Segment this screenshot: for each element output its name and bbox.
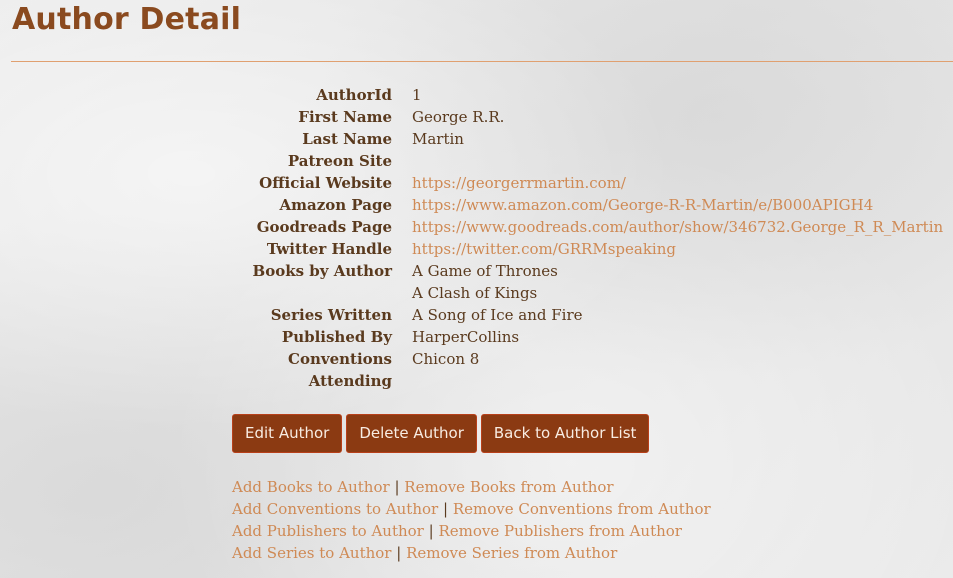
detail-row: Twitter Handle https://twitter.com/GRRMsp… (0, 238, 953, 260)
field-value: A Clash of Kings (412, 284, 538, 302)
edit-author-button[interactable]: Edit Author (232, 414, 343, 453)
field-label: AuthorId (316, 86, 392, 104)
field-label: Official Website (259, 174, 392, 192)
field-label: Conventions (288, 350, 392, 368)
field-value: Martin (412, 130, 464, 148)
detail-row: Books by Author A Game of Thrones (0, 260, 953, 282)
field-label: Last Name (302, 130, 392, 148)
field-link[interactable]: https://georgerrmartin.com/ (412, 174, 626, 192)
back-to-author-list-button[interactable]: Back to Author List (480, 414, 650, 453)
remove-link[interactable]: Remove Series from Author (406, 544, 617, 562)
remove-link[interactable]: Remove Conventions from Author (453, 500, 711, 518)
field-label: Attending (308, 372, 392, 390)
field-label: Published By (281, 328, 392, 346)
relationship-links: Add Books to Author | Remove Books from … (232, 476, 711, 564)
field-link[interactable]: https://twitter.com/GRRMspeaking (412, 240, 676, 258)
detail-row: First Name George R.R. (0, 106, 953, 128)
field-value: A Game of Thrones (412, 262, 558, 280)
title-divider (11, 61, 953, 62)
field-label: Patreon Site (287, 152, 392, 170)
add-link[interactable]: Add Conventions to Author (232, 500, 438, 518)
field-value: HarperCollins (412, 328, 520, 346)
detail-row: Goodreads Page https://www.goodreads.com/… (0, 216, 953, 238)
detail-row: Last Name Martin (0, 128, 953, 150)
field-label: Series Written (270, 306, 392, 324)
field-label: First Name (298, 108, 392, 126)
detail-row: Series Written A Song of Ice and Fire (0, 304, 953, 326)
detail-row: A Clash of Kings (0, 282, 953, 304)
field-label: Amazon Page (279, 196, 392, 214)
field-value: George R.R. (412, 108, 505, 126)
page-title: Author Detail (12, 2, 242, 37)
detail-row: Patreon Site (0, 150, 953, 172)
author-details: AuthorId 1 First Name George R.R. Last Name M… (0, 84, 953, 392)
link-separator: | (442, 500, 449, 518)
link-row: Add Conventions to Author | Remove Conve… (232, 498, 711, 520)
field-link[interactable]: https://www.amazon.com/George-R-R-Martin… (412, 196, 873, 214)
field-value: 1 (412, 86, 422, 104)
field-value: Chicon 8 (412, 350, 480, 368)
field-label: Books by Author (252, 262, 392, 280)
field-label (0, 282, 392, 304)
field-value: https://www.amazon.com/George-R-R-Martin… (412, 194, 873, 216)
remove-link[interactable]: Remove Books from Author (404, 478, 613, 496)
link-row: Add Publishers to Author | Remove Publis… (232, 520, 711, 542)
add-link[interactable]: Add Books to Author (232, 478, 390, 496)
field-label: Goodreads Page (256, 218, 392, 236)
detail-row: Published By HarperCollins (0, 326, 953, 348)
action-buttons: Edit Author Delete Author Back to Author… (232, 414, 650, 453)
detail-row: AuthorId 1 (0, 84, 953, 106)
link-separator: | (396, 544, 402, 562)
delete-author-button[interactable]: Delete Author (346, 414, 477, 453)
remove-link[interactable]: Remove Publishers from Author (438, 522, 682, 540)
link-separator: | (428, 522, 434, 540)
field-value: https://georgerrmartin.com/ (412, 172, 626, 194)
link-row: Add Series to Author | Remove Series fro… (232, 542, 711, 564)
detail-row: Attending (0, 370, 953, 392)
field-value: https://twitter.com/GRRMspeaking (412, 238, 676, 260)
field-link[interactable]: https://www.goodreads.com/author/show/34… (412, 218, 943, 236)
add-link[interactable]: Add Series to Author (232, 544, 391, 562)
field-value: https://www.goodreads.com/author/show/34… (412, 216, 943, 238)
detail-row: Amazon Page https://www.amazon.com/George… (0, 194, 953, 216)
field-label: Twitter Handle (266, 240, 392, 258)
detail-row: Conventions Chicon 8 (0, 348, 953, 370)
add-link[interactable]: Add Publishers to Author (232, 522, 424, 540)
field-value: A Song of Ice and Fire (412, 306, 583, 324)
detail-row: Official Website https://georgerrmartin.c… (0, 172, 953, 194)
link-separator: | (394, 478, 400, 496)
link-row: Add Books to Author | Remove Books from … (232, 476, 711, 498)
